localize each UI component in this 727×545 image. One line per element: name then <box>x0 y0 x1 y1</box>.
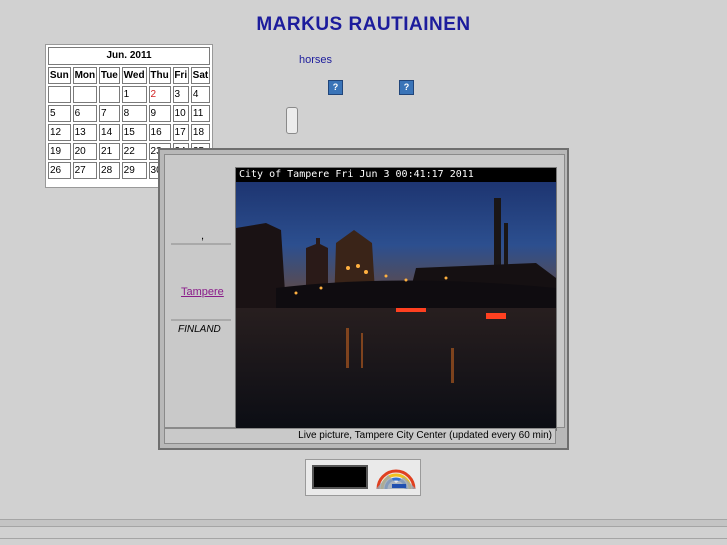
calendar-empty-cell <box>72 86 98 103</box>
calendar-day[interactable]: 27 <box>72 162 98 179</box>
bottom-divider <box>0 538 727 539</box>
calendar-day[interactable]: 18 <box>190 124 210 141</box>
calendar-weekday: Thu <box>148 67 171 84</box>
calendar-day[interactable]: 29 <box>121 162 147 179</box>
page-title: MARKUS RAUTIAINEN <box>256 14 471 35</box>
calendar-day[interactable]: 20 <box>72 143 98 160</box>
calendar-day[interactable]: 1 <box>121 86 147 103</box>
calendar-week-row: 12 13 14 15 16 17 18 <box>48 124 210 141</box>
calendar-day[interactable]: 5 <box>48 105 71 122</box>
sidebar-divider <box>171 319 231 321</box>
calendar-day[interactable]: 12 <box>48 124 71 141</box>
webcam-panel: ▪▪ , Tampere FINLAND <box>158 148 569 450</box>
calendar-day[interactable]: 21 <box>99 143 120 160</box>
calendar-weekday: Mon <box>72 67 98 84</box>
calendar-day[interactable]: 13 <box>72 124 98 141</box>
city-link-tampere[interactable]: Tampere <box>181 286 224 298</box>
calendar-day[interactable]: 4 <box>190 86 210 103</box>
calendar-day[interactable]: 8 <box>121 105 147 122</box>
calendar-day[interactable]: 10 <box>172 105 189 122</box>
help-icon[interactable]: ? <box>399 80 414 95</box>
webcam-sidebar: , Tampere FINLAND <box>171 165 231 431</box>
calendar-day[interactable]: 2 <box>148 86 171 103</box>
calendar-day[interactable]: 15 <box>121 124 147 141</box>
calendar-weekday: Sun <box>48 67 71 84</box>
calendar-day[interactable]: 3 <box>172 86 189 103</box>
calendar-day[interactable]: 22 <box>121 143 147 160</box>
calendar-day[interactable]: 6 <box>72 105 98 122</box>
webcam-image: City of Tampere Fri Jun 3 00:41:17 2011 <box>235 167 557 431</box>
calendar-day[interactable]: 28 <box>99 162 120 179</box>
calendar-day[interactable]: 9 <box>148 105 171 122</box>
calendar-week-row: 5 6 7 8 9 10 11 <box>48 105 210 122</box>
location-separator: , <box>201 230 205 242</box>
calendar-week-row: 1234 <box>48 86 210 103</box>
calendar-weekday-row: Sun Mon Tue Wed Thu Fri Sat <box>48 67 210 84</box>
bottom-divider <box>0 519 727 527</box>
rainbow-logo-icon <box>376 469 416 490</box>
webcam-description: Live picture, Tampere City Center (updat… <box>164 428 556 444</box>
calendar-empty-cell <box>99 86 120 103</box>
calendar-day[interactable]: 7 <box>99 105 120 122</box>
visitor-counter[interactable] <box>305 459 421 496</box>
calendar-day[interactable]: 19 <box>48 143 71 160</box>
help-icon[interactable]: ? <box>328 80 343 95</box>
calendar-empty-cell <box>48 86 71 103</box>
sidebar-divider <box>171 243 231 245</box>
calendar-month-label: Jun. 2011 <box>48 47 210 65</box>
calendar-day[interactable]: 26 <box>48 162 71 179</box>
calendar-day[interactable]: 11 <box>190 105 210 122</box>
webcam-frame: , Tampere FINLAND City of Tampere Fri Ju… <box>164 154 565 431</box>
calendar-day[interactable]: 16 <box>148 124 171 141</box>
scroll-handle[interactable] <box>286 107 298 134</box>
tampere-night-photo <box>236 168 556 430</box>
calendar-weekday: Fri <box>172 67 189 84</box>
topic-link-horses[interactable]: horses <box>299 54 332 66</box>
webcam-caption: City of Tampere Fri Jun 3 00:41:17 2011 <box>236 168 556 182</box>
calendar-day[interactable]: 14 <box>99 124 120 141</box>
calendar-weekday: Sat <box>190 67 210 84</box>
calendar-weekday: Tue <box>99 67 120 84</box>
counter-display <box>312 465 368 489</box>
calendar-day[interactable]: 17 <box>172 124 189 141</box>
calendar-weekday: Wed <box>121 67 147 84</box>
country-label: FINLAND <box>178 324 221 335</box>
